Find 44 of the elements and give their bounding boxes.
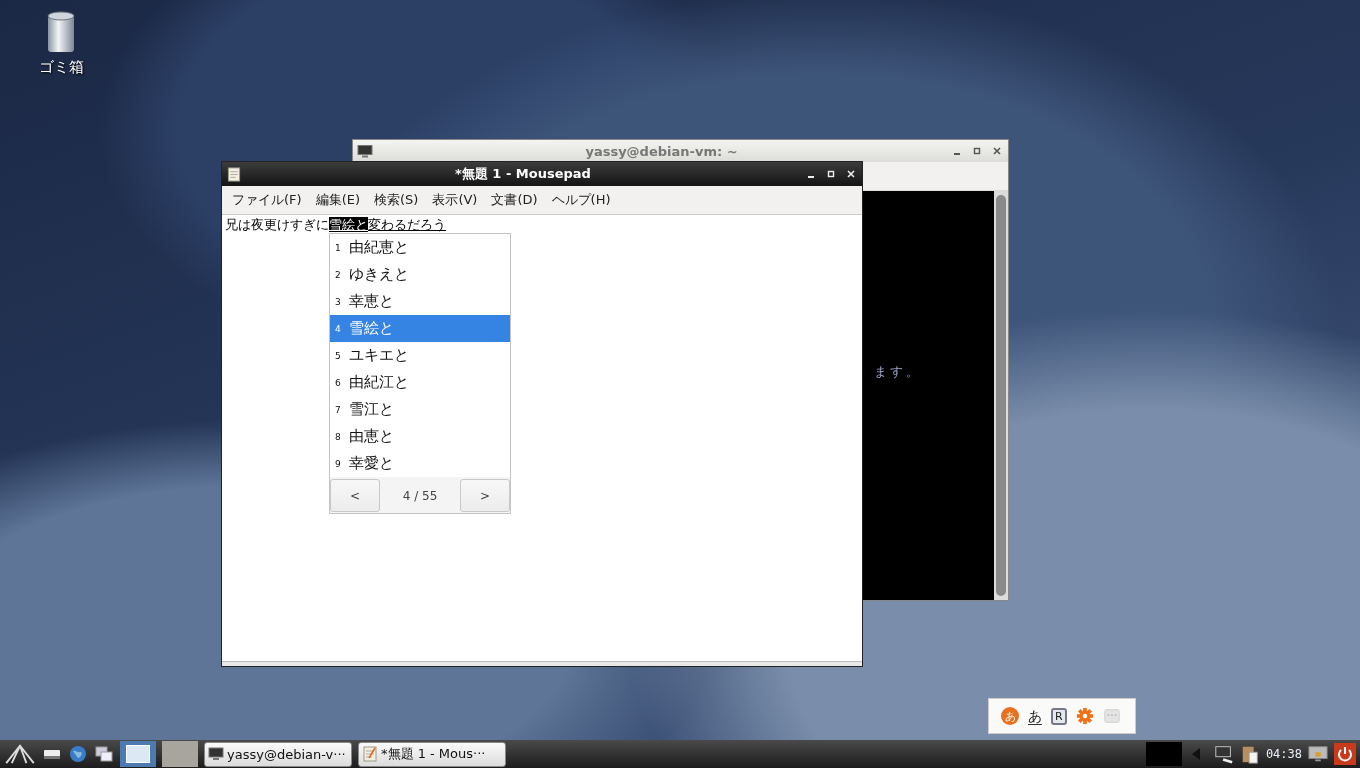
menu-item[interactable]: 文書(D) [491, 191, 538, 209]
menu-icon[interactable] [4, 743, 36, 765]
candidate-item[interactable]: 6 由紀江と [330, 369, 510, 396]
trash-icon[interactable] [46, 10, 76, 54]
menu-item[interactable]: 編集(E) [315, 191, 360, 209]
preedit-text: 変わるだろう [368, 217, 446, 232]
terminal-output: ます。 [874, 364, 922, 379]
windows-icon[interactable] [94, 744, 114, 764]
globe-icon[interactable] [68, 744, 88, 764]
candidate-item[interactable]: 1 由紀恵と [330, 234, 510, 261]
icon-label[interactable]: ゴミ箱 [38, 58, 84, 77]
candidate-item[interactable]: 5 ユキエと [330, 342, 510, 369]
candidate-item[interactable]: 7 雪江と [330, 396, 510, 423]
desktop-pager[interactable] [120, 741, 156, 767]
notepad-icon [362, 746, 378, 762]
preedit-selection: 雪絵と [329, 217, 368, 232]
network-icon[interactable] [1213, 744, 1234, 764]
candidate-item[interactable]: 3 幸恵と [330, 288, 510, 315]
input-mode-indicator[interactable]: あ [1028, 707, 1042, 725]
monitor-icon [357, 143, 373, 159]
menu-item[interactable]: 表示(V) [432, 191, 478, 209]
task-button[interactable]: *無題 1 - Mous··· [358, 741, 506, 767]
task-button[interactable]: yassy@debian-v··· [204, 741, 352, 767]
candidate-item[interactable]: 8 由恵と [330, 423, 510, 450]
scrollbar-thumb[interactable] [996, 195, 1006, 596]
window-title: yassy@debian-vm: ~ [584, 143, 739, 159]
candidate-item[interactable]: 4 雪絵と [330, 315, 510, 342]
candidate-item[interactable]: 9 幸愛と [330, 450, 510, 477]
clock[interactable]: 04:38 [1265, 747, 1302, 761]
next-page-button[interactable]: > [460, 479, 510, 512]
menu-item[interactable]: 検索(S) [374, 191, 419, 209]
window-title: *無題 1 - Mousepad [454, 165, 592, 183]
committed-text: 兄は夜更けすぎに [225, 217, 329, 232]
menu-item[interactable]: ファイル(F) [232, 191, 302, 209]
power-icon[interactable] [1334, 743, 1356, 765]
settings-icon[interactable] [1075, 707, 1094, 725]
notepad-icon [226, 166, 242, 182]
page-indicator: 4 / 55 [402, 488, 438, 503]
monitor-icon [208, 746, 224, 762]
lock-screen-icon[interactable] [1308, 744, 1328, 764]
candidate-item[interactable]: 2 ゆきえと [330, 261, 510, 288]
previous-page-button[interactable]: < [330, 479, 380, 512]
menu-item[interactable]: ヘルプ(H) [551, 191, 611, 209]
register-indicator[interactable]: R [1051, 707, 1067, 725]
